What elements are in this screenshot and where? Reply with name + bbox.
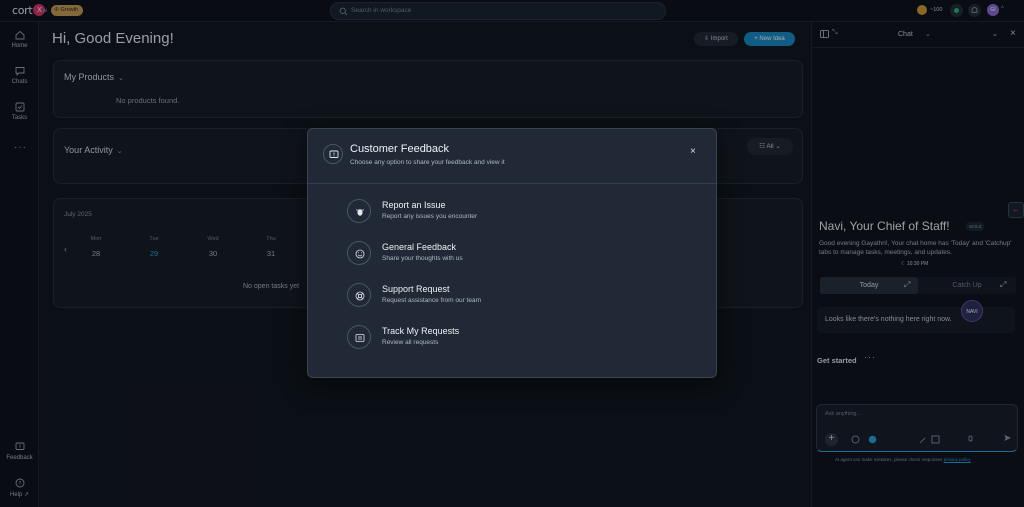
modal-header: Customer Feedback Choose any option to s… — [308, 129, 716, 184]
lifebuoy-icon — [347, 283, 371, 307]
customer-feedback-modal: Customer Feedback Choose any option to s… — [307, 128, 717, 378]
modal-title: Customer Feedback — [350, 143, 450, 155]
option-description: Report any issues you encounter — [382, 213, 478, 220]
option-support-request[interactable]: Support Request Request assistance from … — [347, 283, 687, 315]
list-icon — [347, 325, 371, 349]
bug-icon — [347, 199, 371, 223]
option-title: General Feedback — [382, 242, 457, 252]
modal-subtitle: Choose any option to share your feedback… — [350, 159, 505, 166]
option-title: Support Request — [382, 284, 450, 294]
smile-icon — [347, 241, 371, 265]
feedback-icon — [323, 144, 343, 164]
option-title: Report an Issue — [382, 200, 446, 210]
option-description: Share your thoughts with us — [382, 255, 463, 262]
option-track-requests[interactable]: Track My Requests Review all requests — [347, 325, 687, 357]
option-general-feedback[interactable]: General Feedback Share your thoughts wit… — [347, 241, 687, 273]
option-title: Track My Requests — [382, 326, 460, 336]
close-icon[interactable]: × — [690, 146, 696, 157]
option-description: Request assistance from our team — [382, 297, 481, 304]
option-report-issue[interactable]: Report an Issue Report any issues you en… — [347, 199, 687, 231]
option-description: Review all requests — [382, 339, 439, 346]
